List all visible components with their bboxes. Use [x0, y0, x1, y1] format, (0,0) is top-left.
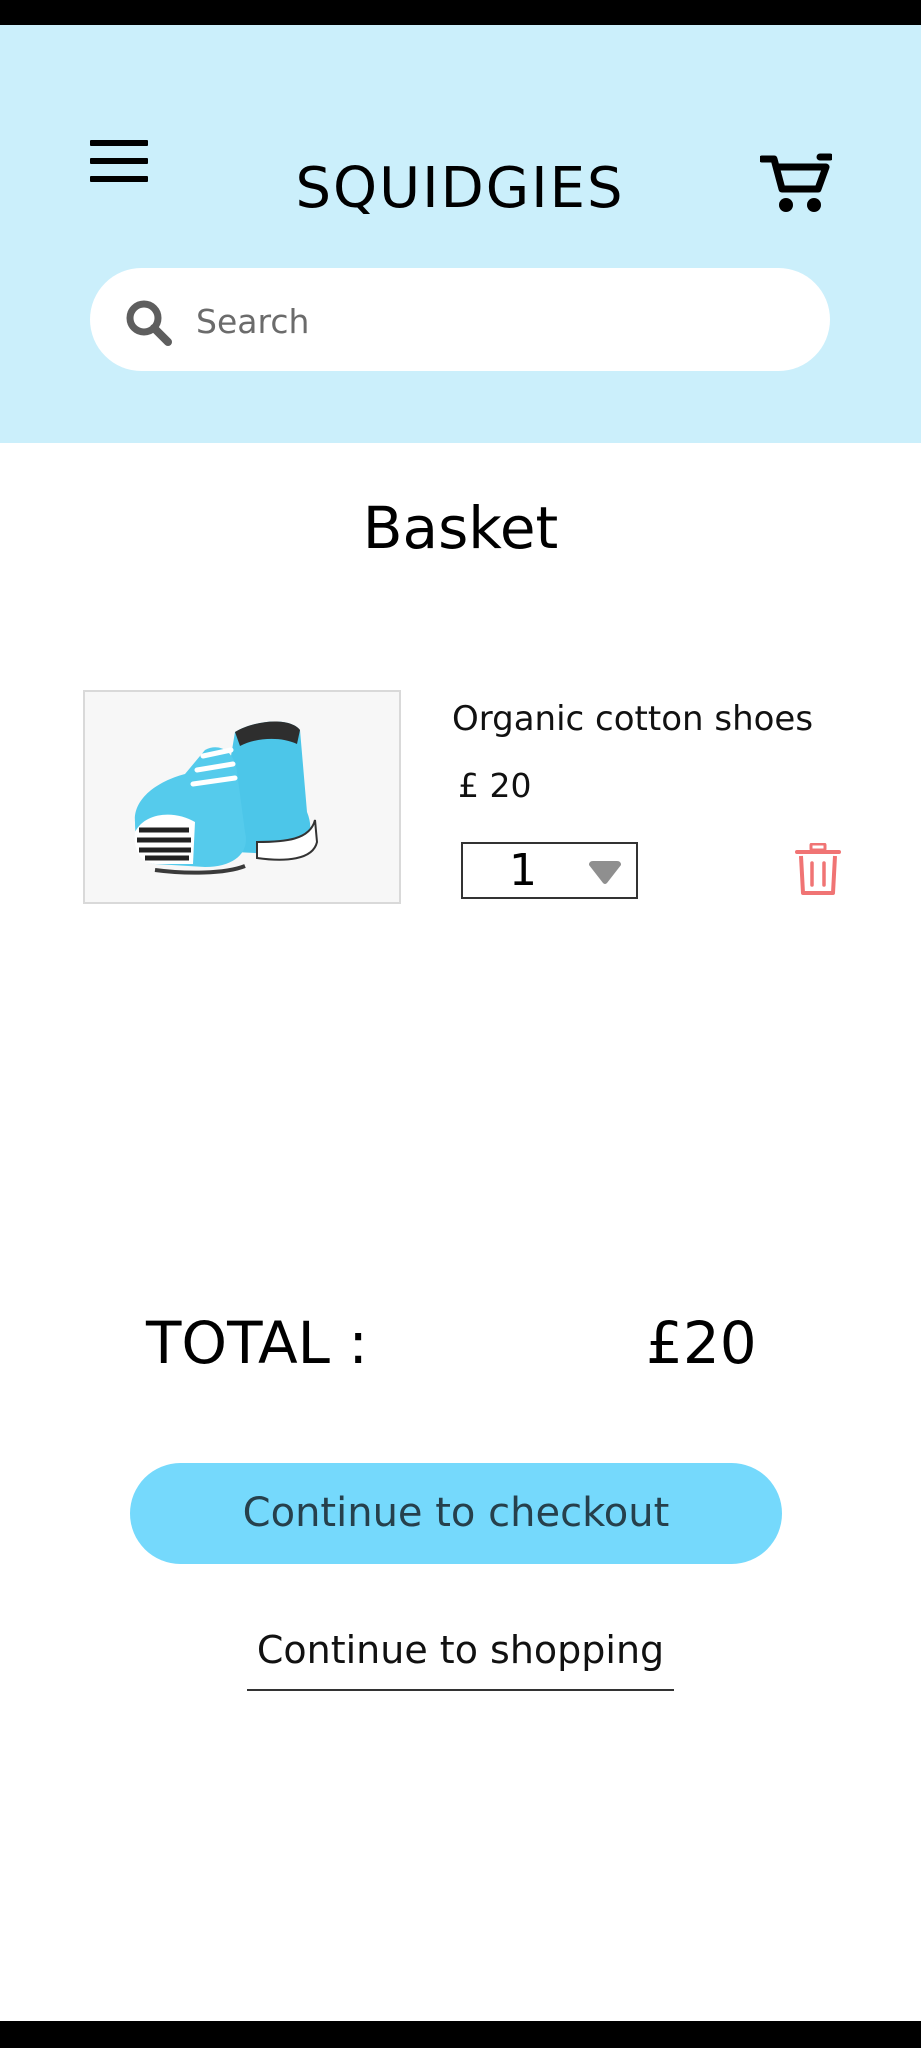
logo-text: SQUIDGIES	[295, 156, 625, 221]
total-label: TOTAL :	[146, 1309, 368, 1377]
menu-bar	[90, 140, 148, 146]
quantity-select[interactable]: 1	[461, 842, 638, 899]
menu-bar	[90, 158, 148, 164]
product-image[interactable]	[83, 690, 401, 904]
search-bar[interactable]	[90, 268, 830, 371]
header: SQUIDGIES	[0, 25, 921, 443]
total-value: £20	[646, 1309, 757, 1377]
checkout-button[interactable]: Continue to checkout	[130, 1463, 782, 1564]
basket-screen: SQUIDGIES Basket	[0, 25, 921, 2021]
quantity-value: 1	[509, 845, 537, 896]
chevron-down-icon	[587, 861, 623, 885]
continue-shopping-link[interactable]: Continue to shopping	[247, 1623, 674, 1691]
menu-bar	[90, 176, 148, 182]
search-input[interactable]	[194, 296, 798, 346]
trash-icon[interactable]	[795, 842, 841, 895]
shopping-cart-icon[interactable]	[758, 153, 834, 215]
item-price: £ 20	[458, 766, 532, 805]
hamburger-menu-icon[interactable]	[90, 138, 148, 186]
logo[interactable]: SQUIDGIES	[270, 123, 650, 233]
item-name[interactable]: Organic cotton shoes	[452, 697, 813, 741]
page-title: Basket	[362, 494, 559, 562]
search-icon	[124, 298, 172, 346]
